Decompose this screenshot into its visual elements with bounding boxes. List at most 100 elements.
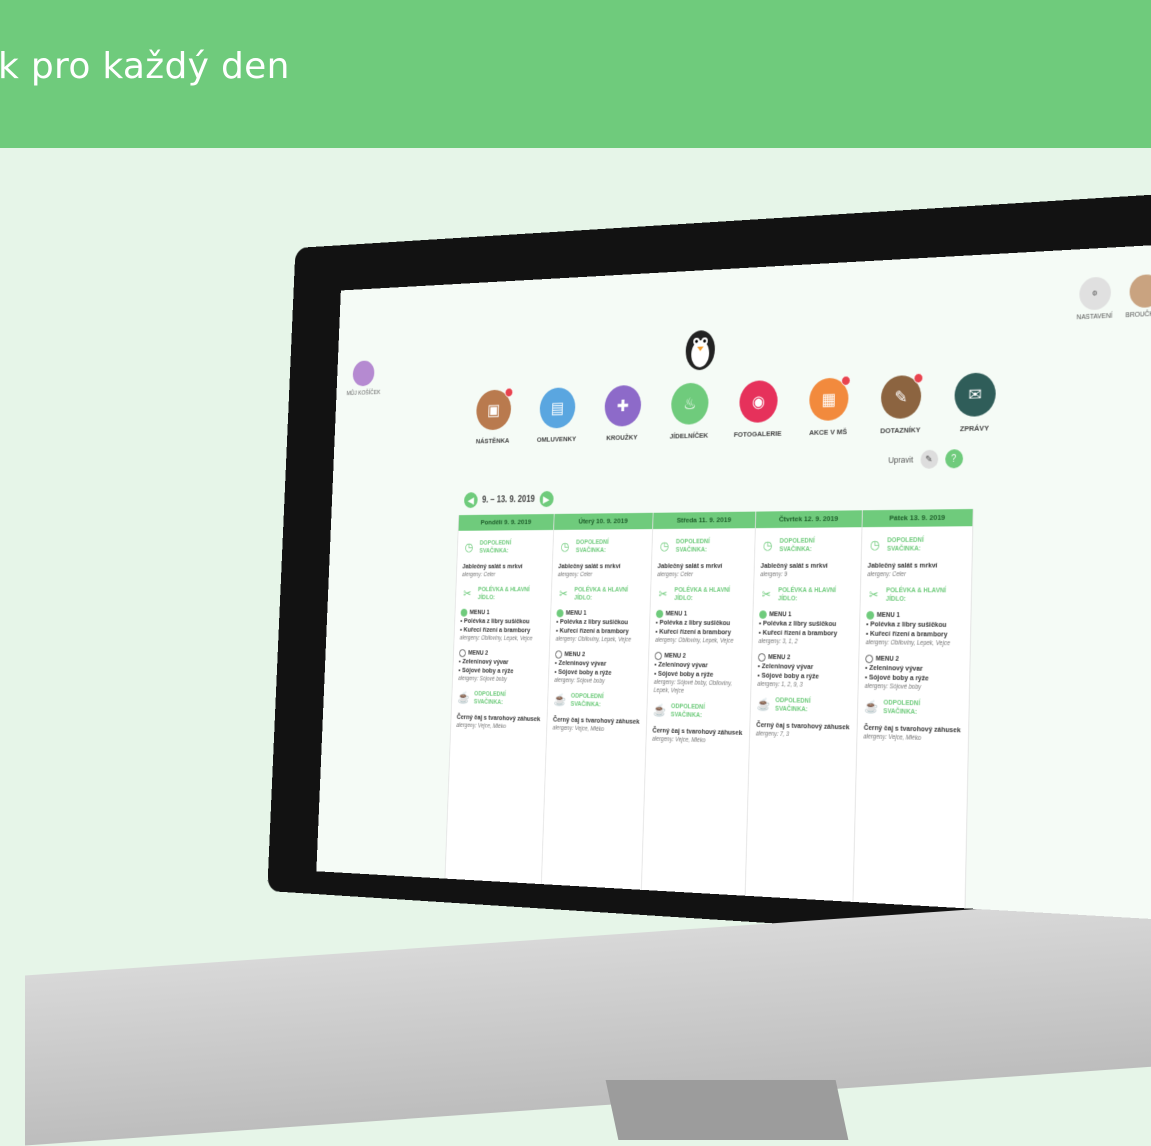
section-title: POLÉVKA & HLAVNÍ JÍDLO:: [477, 586, 530, 601]
menu-title: MENU 2: [767, 654, 791, 662]
allergens: alergeny: Celer: [867, 571, 906, 578]
nav-item-6[interactable]: ✎ DOTAZNÍKY: [875, 372, 927, 436]
day-header: Čtvrtek 12. 9. 2019: [755, 510, 862, 529]
allergens: alergeny: Obiloviny, Lepek, Vejce: [459, 635, 533, 643]
radio-icon[interactable]: [460, 608, 468, 617]
nav-item-3[interactable]: ♨ JÍDELNÍČEK: [665, 382, 714, 440]
radio-icon[interactable]: [866, 611, 875, 620]
section-header: ✂ POLÉVKA & HLAVNÍ JÍDLO:: [760, 586, 855, 603]
snack-item: Jablečný salát s mrkví: [867, 560, 938, 570]
cup-icon: ☕: [863, 699, 879, 714]
day-header: Středa 11. 9. 2019: [653, 511, 756, 530]
radio-icon[interactable]: [654, 651, 663, 661]
allergens: alergeny: Celer: [657, 571, 693, 578]
section-header: ☕ ODPOLEDNÍ SVAČINKA:: [756, 696, 851, 715]
info-icon[interactable]: ?: [944, 449, 963, 469]
day-column: Středa 11. 9. 2019 ◷ DOPOLEDNÍ SVAČINKA: Ja…: [640, 511, 756, 904]
snack-item: Jablečný salát s mrkví: [760, 561, 828, 570]
section-title: POLÉVKA & HLAVNÍ JÍDLO:: [777, 587, 837, 603]
menu-title: MENU 1: [665, 610, 688, 618]
cutlery-icon: ✂: [658, 587, 668, 601]
section-title: DOPOLEDNÍ SVAČINKA:: [779, 537, 815, 553]
camera-icon: ◉: [738, 379, 779, 424]
day-header: Pátek 13. 9. 2019: [862, 508, 973, 528]
snack-item: Jablečný salát s mrkví: [462, 562, 523, 571]
nav-item-0[interactable]: ▣ NÁSTĚNKA: [471, 387, 517, 446]
nav-item-4[interactable]: ◉ FOTOGALERIE: [733, 379, 784, 439]
pencil-icon[interactable]: ✎: [919, 449, 938, 469]
menu-title: MENU 2: [468, 650, 489, 657]
day-column: Čtvrtek 12. 9. 2019 ◷ DOPOLEDNÍ SVAČINKA: J…: [744, 510, 862, 910]
allergens: alergeny: Obiloviny, Lepek, Vejce: [655, 637, 734, 645]
radio-icon[interactable]: [458, 649, 467, 658]
monitor-stand: [605, 1080, 849, 1140]
nav-label: KROUŽKY: [606, 433, 638, 442]
cup-icon: ☕: [756, 696, 771, 712]
nav-item-5[interactable]: ▦ AKCE V MŠ: [803, 375, 854, 437]
radio-icon[interactable]: [759, 610, 767, 619]
section-header: ✂ POLÉVKA & HLAVNÍ JÍDLO:: [867, 586, 965, 603]
section-title: DOPOLEDNÍ SVAČINKA:: [479, 540, 512, 555]
puzzle-icon: ✚: [604, 384, 642, 427]
menu-title: MENU 1: [876, 612, 900, 619]
apple-icon: ◷: [464, 540, 474, 554]
nav-item-1[interactable]: ▤ OMLUVENKY: [534, 387, 581, 444]
allergens: alergeny: Obiloviny, Lepek, Vejce: [555, 636, 632, 644]
radio-icon[interactable]: [865, 654, 874, 664]
nav-item-2[interactable]: ✚ KROUŽKY: [599, 384, 647, 443]
app-screen: MŮJ KOŠÍČEK ⚙ NASTAVENÍ BROUČKOVI ▣ NÁSTĚ…: [316, 242, 1151, 922]
nav-label: NÁSTĚNKA: [475, 436, 510, 446]
food-icon: ♨: [670, 382, 710, 426]
section-header: ✂ POLÉVKA & HLAVNÍ JÍDLO:: [557, 586, 645, 602]
nav-label: ZPRÁVY: [959, 423, 989, 434]
profile-item[interactable]: BROUČKOVI: [1125, 273, 1151, 319]
nav-label: OMLUVENKY: [536, 434, 577, 444]
section-title: POLÉVKA & HLAVNÍ JÍDLO:: [885, 587, 947, 603]
radio-icon[interactable]: [554, 650, 563, 659]
nav-item-7[interactable]: ✉ ZPRÁVY: [948, 372, 1001, 433]
week-range: 9. – 13. 9. 2019: [481, 494, 535, 505]
banner: k pro každý den: [0, 0, 1151, 148]
menu-title: MENU 2: [664, 652, 686, 660]
day-header: Úterý 10. 9. 2019: [554, 512, 653, 530]
allergens: alergeny: 9: [760, 571, 788, 578]
section-title: ODPOLEDNÍ SVAČINKA:: [473, 690, 506, 706]
basket-icon[interactable]: [352, 360, 375, 387]
menu-grid: Pondělí 9. 9. 2019 ◷ DOPOLEDNÍ SVAČINKA: Ja…: [444, 508, 974, 917]
pencil-icon: ✎: [880, 372, 924, 420]
mail-icon: ✉: [954, 372, 997, 418]
day-column: Pátek 13. 9. 2019 ◷ DOPOLEDNÍ SVAČINKA: Jab…: [852, 508, 973, 917]
apple-icon: ◷: [762, 538, 773, 553]
day-column: Pondělí 9. 9. 2019 ◷ DOPOLEDNÍ SVAČINKA: Ja…: [444, 513, 554, 892]
top-right-icons: ⚙ NASTAVENÍ BROUČKOVI: [1076, 273, 1151, 321]
section-header: ☕ ODPOLEDNÍ SVAČINKA:: [864, 698, 963, 718]
prev-week-icon[interactable]: ◀: [463, 492, 478, 509]
menu-title: MENU 2: [875, 655, 899, 663]
snack-item: Jablečný salát s mrkví: [657, 561, 723, 570]
section-header: ☕ ODPOLEDNÍ SVAČINKA:: [653, 702, 744, 721]
monitor-chin: [25, 894, 1151, 1146]
day-column: Úterý 10. 9. 2019 ◷ DOPOLEDNÍ SVAČINKA: Jab…: [540, 512, 653, 898]
section-title: POLÉVKA & HLAVNÍ JÍDLO:: [574, 586, 629, 602]
top-left-label: MŮJ KOŠÍČEK: [346, 389, 381, 397]
banner-title: k pro každý den: [0, 46, 290, 87]
calendar-icon: ▦: [808, 375, 851, 422]
allergens: alergeny: Sójové boby: [554, 677, 605, 685]
menu-title: MENU 1: [469, 609, 490, 616]
allergens: alergeny: Sójové boby: [458, 675, 507, 683]
section-title: ODPOLEDNÍ SVAČINKA:: [774, 697, 811, 714]
nav-label: FOTOGALERIE: [733, 429, 782, 439]
next-week-icon[interactable]: ▶: [539, 490, 554, 508]
allergens: alergeny: 1, 2, 9, 3: [757, 681, 803, 689]
settings-item[interactable]: ⚙ NASTAVENÍ: [1076, 276, 1113, 321]
monitor-screen: MŮJ KOŠÍČEK ⚙ NASTAVENÍ BROUČKOVI ▣ NÁSTĚ…: [316, 242, 1151, 922]
radio-icon[interactable]: [757, 653, 766, 662]
allergens: alergeny: Sójové boby, Obiloviny, Lepek,…: [653, 679, 732, 695]
radio-icon[interactable]: [655, 609, 664, 619]
notification-badge: [841, 375, 851, 386]
radio-icon[interactable]: [556, 609, 564, 618]
menu-title: MENU 2: [564, 651, 586, 659]
nav-label: DOTAZNÍKY: [880, 425, 921, 436]
section-title: DOPOLEDNÍ SVAČINKA:: [886, 537, 924, 553]
notification-badge: [504, 387, 514, 398]
